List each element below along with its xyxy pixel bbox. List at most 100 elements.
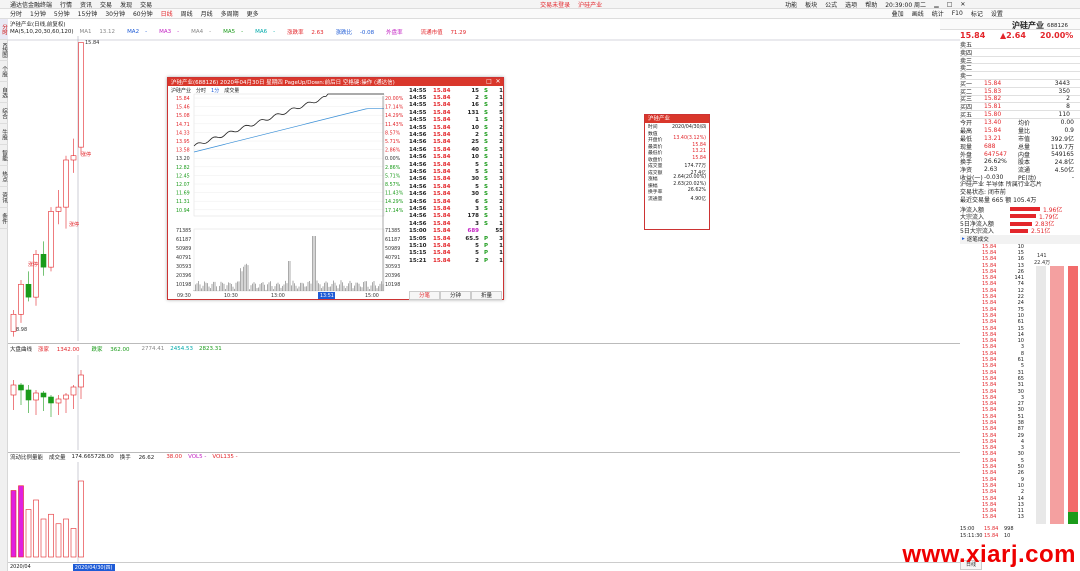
tick-time: 14:55	[409, 102, 433, 108]
maximize-icon[interactable]: □	[947, 1, 953, 8]
period-tab-active[interactable]: 日线	[161, 9, 173, 18]
menu-sector[interactable]: 板块	[805, 0, 817, 9]
menu-options[interactable]: 选项	[845, 0, 857, 9]
pct-axis-label: 11.43%	[385, 191, 404, 197]
tick-time: 14:56	[409, 132, 433, 138]
tool-stats[interactable]: 统计	[932, 9, 944, 18]
limit-up-annotation: 涨停	[81, 151, 91, 158]
tick-time: 14:55	[409, 95, 433, 101]
tab-volume[interactable]: 折量	[471, 291, 502, 300]
menu-discover[interactable]: 发现	[120, 0, 132, 9]
deal-price: 15.84	[982, 370, 1004, 376]
close-icon[interactable]: ✕	[960, 1, 965, 8]
tick-time: 14:56	[409, 169, 433, 175]
tick-volume: 65.5	[457, 236, 479, 242]
index-chart[interactable]	[8, 355, 960, 450]
deal-price: 15.84	[982, 502, 1004, 508]
tick-time: 14:56	[409, 154, 433, 160]
deals-area[interactable]: 15.84 10 15.84 15 15.84 16 15.84 13 15.84 26 15.84…	[960, 244, 1080, 526]
minimize-icon[interactable]: ▁	[934, 1, 939, 8]
pct-axis-label: 8.57%	[385, 130, 401, 136]
bottom-price: 15.84	[984, 533, 1004, 539]
menu-market[interactable]: 行情	[60, 0, 72, 9]
tick-price: 15.84	[433, 206, 457, 212]
extra-2: 涨跌比 -0.08	[336, 28, 381, 36]
popup-close-icon[interactable]: ✕	[494, 78, 502, 86]
sidebar-item-kline[interactable]: K线图	[0, 40, 8, 61]
period-tab[interactable]: 分时	[10, 9, 22, 18]
tool-settings[interactable]: 设置	[991, 9, 1003, 18]
pct-axis-label: 2.86%	[385, 148, 401, 154]
period-tab[interactable]: 60分钟	[133, 9, 153, 18]
tick-price: 15.84	[433, 139, 457, 145]
popup-maximize-icon[interactable]: □	[485, 78, 493, 86]
sidebar-item-hot[interactable]: 热点	[0, 166, 8, 187]
tab-ticks[interactable]: 分笔	[409, 291, 440, 300]
sidebar-item-ranking[interactable]: 综合排名	[0, 103, 8, 124]
tick-count: 1	[493, 213, 503, 219]
stat-value: 15.84	[984, 127, 1018, 134]
tick-row: 14:56 15.84 30 S 1	[409, 190, 504, 197]
tab-minutes[interactable]: 分钟	[440, 291, 471, 300]
tick-list[interactable]: 14:55 15.84 15 S 1 14:55 15.84 2 S 1 14:55 15.84 16 S…	[409, 87, 504, 291]
tick-time: 15:05	[409, 236, 433, 242]
period-tab[interactable]: 周线	[181, 9, 193, 18]
deal-volume: 38	[1004, 420, 1024, 426]
period-tab[interactable]: 30分钟	[105, 9, 125, 18]
period-tab[interactable]: 5分钟	[54, 9, 70, 18]
tick-side: S	[479, 199, 493, 205]
menu-formula[interactable]: 公式	[825, 0, 837, 9]
period-tab[interactable]: 1分钟	[30, 9, 46, 18]
tick-time: 15:21	[409, 258, 433, 264]
ma3: MA3-	[159, 29, 185, 35]
sidebar-item-intraday[interactable]: 分时图	[0, 19, 8, 40]
menu-trade2[interactable]: 交易	[140, 0, 152, 9]
tick-row: 14:56 15.84 5 S 1	[409, 168, 504, 175]
tick-price: 15.84	[433, 236, 457, 242]
period-tab[interactable]: 多周期	[221, 9, 239, 18]
tool-draw[interactable]: 画线	[912, 9, 924, 18]
deal-volume: 27	[1004, 401, 1024, 407]
intraday-popup[interactable]: 沪硅产业(688126) 2020年04月30日 星期四 PageUp/Down…	[167, 77, 504, 300]
tool-overlay[interactable]: 叠加	[892, 9, 904, 18]
menu-func[interactable]: 功能	[785, 0, 797, 9]
sidebar-item-cond[interactable]: 条件	[0, 208, 8, 229]
bid-volume: 2	[1024, 95, 1070, 102]
tick-side: S	[479, 154, 493, 160]
deal-volume: 30	[1004, 407, 1024, 413]
tick-time: 14:55	[409, 117, 433, 123]
menu-news[interactable]: 资讯	[80, 0, 92, 9]
tick-row: 14:56 15.84 30 S 3	[409, 176, 504, 183]
menu-trade[interactable]: 交易	[100, 0, 112, 9]
infobox-title: 沪硅产业	[645, 115, 709, 123]
tick-price: 15.84	[433, 125, 457, 131]
candle-body	[41, 254, 46, 267]
period-tab[interactable]: 15分钟	[78, 9, 98, 18]
index-v5: 2823.31	[199, 346, 222, 352]
deal-price: 15.84	[982, 420, 1004, 426]
sidebar-item-news[interactable]: 资讯	[0, 187, 8, 208]
candle-body	[71, 156, 76, 160]
period-tab[interactable]: 月线	[201, 9, 213, 18]
popup-intraday-chart[interactable]: 15.84 20.00% 15.46 17.14% 15.08 14.29% 14.71 11…	[168, 86, 408, 300]
popup-titlebar[interactable]: 沪硅产业(688126) 2020年04月30日 星期四 PageUp/Down…	[168, 78, 503, 86]
tool-f10[interactable]: F10	[952, 10, 963, 17]
deal-volume: 13	[1004, 514, 1024, 520]
tick-price: 15.84	[433, 102, 457, 108]
tick-price: 15.84	[433, 147, 457, 153]
volume-chart[interactable]	[8, 462, 960, 562]
ma-label: MA(5,10,20,30,60,120)	[10, 29, 74, 35]
tick-price: 15.84	[433, 88, 457, 94]
sidebar-item-watchlist[interactable]: 自选股	[0, 82, 8, 103]
tick-side: S	[479, 95, 493, 101]
flow-key: 5日大宗流入	[960, 226, 1010, 235]
sidebar-item-profile[interactable]: 个股资料	[0, 61, 8, 82]
period-tab[interactable]: 更多	[247, 9, 259, 18]
deal-volume: 65	[1004, 376, 1024, 382]
sidebar-item-picker[interactable]: 智能选股	[0, 145, 8, 166]
menu-help[interactable]: 帮助	[865, 0, 877, 9]
price-change: ▲2.64	[1000, 31, 1040, 40]
sidebar-item-bull[interactable]: 牛股	[0, 124, 8, 145]
tool-mark[interactable]: 标记	[971, 9, 983, 18]
stat-value: 688	[984, 143, 1018, 150]
